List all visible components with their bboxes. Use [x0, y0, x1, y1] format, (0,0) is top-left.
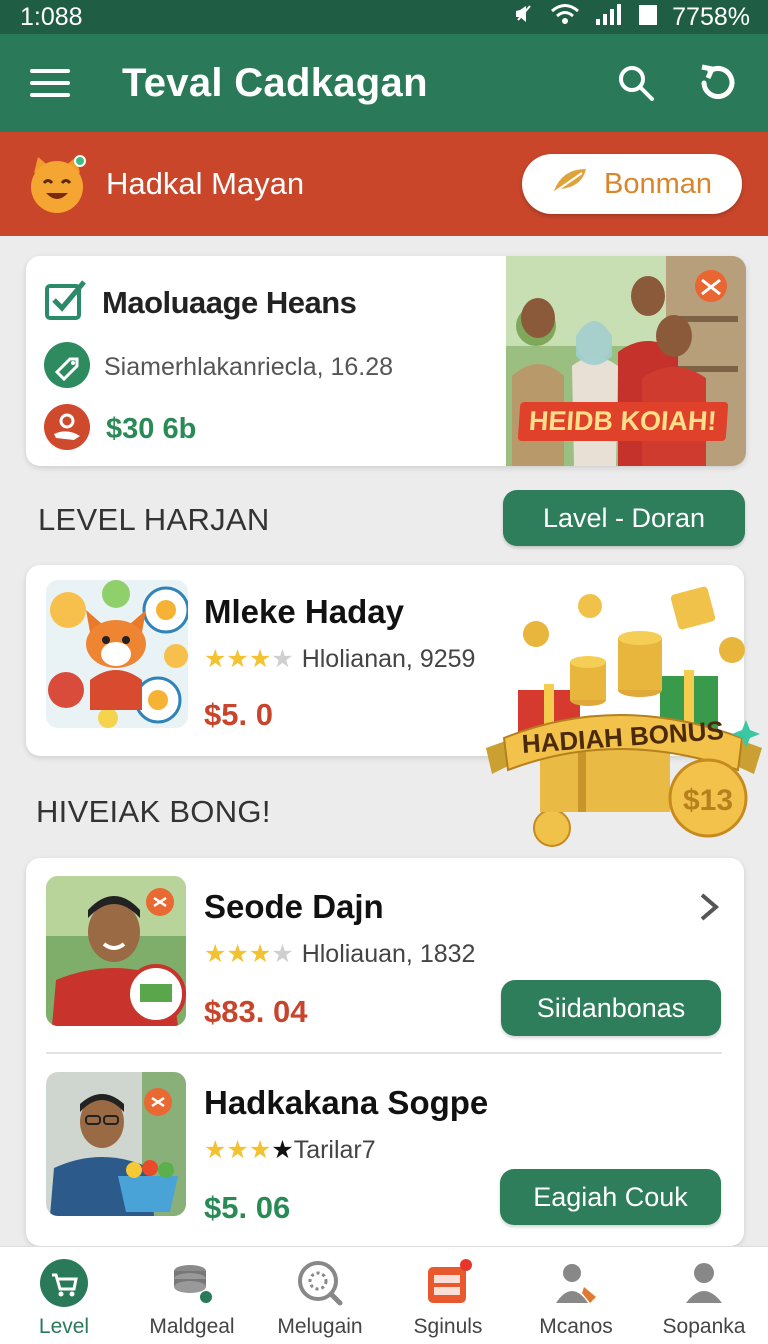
nav-item-sopanka[interactable]: Sopanka	[640, 1247, 768, 1344]
search-icon[interactable]	[614, 61, 658, 105]
list-item-2-rating-text: Tarilar7	[293, 1136, 376, 1164]
list-item-1-rating-text: Hloliauan, 1832	[301, 940, 476, 968]
bonus-coin-text: $13	[683, 784, 733, 817]
featured-card[interactable]: Maoluaage Heans Siamerhlakanriecla, 16.2…	[26, 256, 746, 466]
star-dark-icon: ★	[271, 1136, 294, 1164]
wifi-icon	[550, 3, 580, 32]
inbox-icon	[424, 1259, 472, 1307]
star-empty-icon: ★	[271, 645, 294, 673]
status-icons: 7758%	[512, 2, 750, 33]
nav-item-melugain[interactable]: Melugain	[256, 1247, 384, 1344]
list-item-1-rating: ★ ★ ★ ★ Hloliauan, 1832	[204, 940, 475, 969]
star-icon: ★	[248, 645, 272, 673]
star-icon: ★	[204, 940, 227, 968]
status-time: 1:088	[20, 2, 83, 31]
nav-label-sopanka: Sopanka	[662, 1315, 746, 1338]
nav-label-sginuls: Sginuls	[413, 1315, 483, 1338]
list-item-1-price: $83. 04	[204, 994, 308, 1029]
level-item-rating: ★ ★ ★ ★ Hlolianan, 9259	[204, 645, 475, 674]
nav-label-mcanos: Mcanos	[539, 1315, 613, 1338]
list-item-2-title: Hadkakana Sogpe	[204, 1084, 489, 1121]
checkbox-icon	[44, 278, 88, 327]
nav-label-level: Level	[38, 1315, 90, 1338]
mute-icon	[512, 2, 536, 33]
list-item-2-price: $5. 06	[204, 1190, 291, 1225]
hadiah-bonus-graphic: HADIAH BONUS $13	[478, 580, 768, 850]
level-item-rating-text: Hlolianan, 9259	[301, 645, 476, 673]
featured-title: Maoluaage Heans	[102, 284, 357, 320]
star-icon: ★	[204, 1136, 227, 1164]
featured-photo: HEIDB KOIAH!	[506, 256, 746, 466]
signal-icon	[594, 3, 624, 32]
nav-item-mcanos[interactable]: Mcanos	[512, 1247, 640, 1344]
coins-icon	[168, 1259, 216, 1307]
star-icon: ★	[248, 940, 272, 968]
status-bar: 1:088 7758%	[0, 0, 768, 34]
list-item-1-button[interactable]: Siidanbonas	[501, 980, 721, 1036]
nav-item-maldgeal[interactable]: Maldgeal	[128, 1247, 256, 1344]
menu-icon[interactable]	[30, 66, 70, 100]
level-item-title: Mleke Haday	[204, 593, 404, 630]
man-basket-thumbnail	[46, 1072, 186, 1216]
cat-mascot-icon	[26, 153, 88, 215]
featured-price: $30 6b	[106, 413, 197, 445]
app-title: Teval Cadkagan	[122, 60, 428, 105]
divider	[46, 1052, 722, 1054]
list-item-2-rating: ★ ★ ★ ★ Tarilar7	[204, 1136, 376, 1165]
food-fox-thumbnail	[46, 580, 188, 728]
battery-percent: 7758%	[672, 2, 750, 31]
bonus-button-label: Bonman	[603, 167, 712, 200]
level-doran-button[interactable]: Lavel - Doran	[503, 490, 745, 546]
bottom-nav: Level Maldgeal Melugain Sginuls Mcanos S…	[0, 1246, 768, 1344]
featured-subtitle: Siamerhlakanriecla, 16.28	[104, 353, 394, 381]
bonus-button[interactable]: Bonman	[522, 154, 742, 214]
nav-item-level[interactable]: Level	[0, 1247, 128, 1344]
list-item-2-button[interactable]: Eagiah Couk	[500, 1169, 721, 1225]
nav-item-sginuls[interactable]: Sginuls	[384, 1247, 512, 1344]
star-icon: ★	[204, 645, 227, 673]
nav-label-maldgeal: Maldgeal	[149, 1315, 235, 1338]
promo-text: Hadkal Mayan	[106, 166, 305, 201]
list-item-1-title: Seode Dajn	[204, 888, 384, 925]
man-red-shirt-thumbnail	[46, 876, 186, 1026]
users-icon	[552, 1259, 600, 1307]
refresh-icon[interactable]	[696, 61, 740, 105]
featured-photo-tag: HEIDB KOIAH!	[517, 402, 728, 441]
nav-label-melugain: Melugain	[277, 1315, 363, 1338]
battery-icon	[638, 2, 658, 33]
star-icon: ★	[226, 1136, 249, 1164]
star-empty-icon: ★	[271, 940, 294, 968]
leaf-icon	[552, 165, 590, 203]
app-bar: Teval Cadkagan	[0, 34, 768, 132]
promo-banner: Hadkal Mayan Bonman	[0, 132, 768, 236]
star-icon: ★	[226, 940, 249, 968]
star-icon: ★	[226, 645, 249, 673]
tag-icon	[44, 342, 90, 393]
chevron-right-icon[interactable]	[696, 892, 722, 927]
cart-icon	[40, 1259, 88, 1307]
gear-search-icon	[296, 1259, 344, 1307]
section-title-hiveiak: HIVEIAK BONG!	[36, 794, 271, 829]
star-icon: ★	[248, 1136, 272, 1164]
level-item-price: $5. 0	[204, 697, 273, 732]
section-title-level: LEVEL HARJAN	[38, 502, 270, 537]
hand-coin-icon	[44, 404, 90, 455]
person-icon	[680, 1259, 728, 1307]
